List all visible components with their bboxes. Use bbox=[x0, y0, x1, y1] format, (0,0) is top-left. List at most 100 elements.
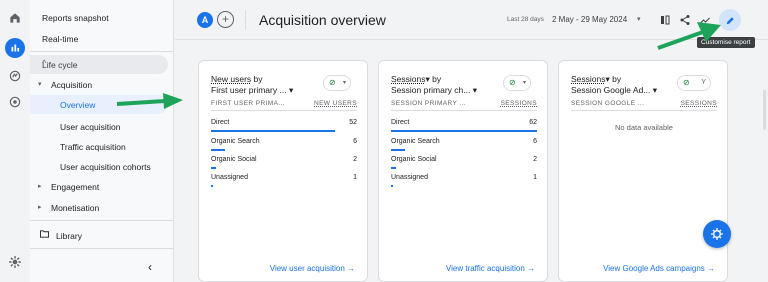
customise-report-tooltip: Customise report bbox=[697, 37, 755, 48]
sidebar-item-monetisation[interactable]: ▸ Monetisation bbox=[30, 199, 170, 217]
column-metric[interactable]: SESSIONS bbox=[501, 100, 537, 107]
status-check-button[interactable]: ⊘ ▾ bbox=[323, 75, 351, 91]
chevron-up-icon: ^ bbox=[42, 58, 47, 68]
insights-fab-button[interactable] bbox=[703, 220, 731, 248]
sidebar-item-overview[interactable]: Overview bbox=[30, 95, 168, 114]
section-lifecycle[interactable]: Life cycle ^ bbox=[30, 55, 168, 74]
status-check-button[interactable]: ⊘ Y bbox=[677, 75, 711, 91]
table-row[interactable]: Direct 52 bbox=[211, 119, 357, 132]
table-row[interactable]: Direct 62 bbox=[391, 119, 537, 132]
divider bbox=[30, 220, 174, 221]
view-user-acquisition-link[interactable]: View user acquisition → bbox=[199, 264, 355, 273]
card-title[interactable]: Sessions▾ by bbox=[391, 74, 441, 85]
settings-gear-icon[interactable] bbox=[5, 252, 25, 272]
date-range-label: Last 28 days bbox=[507, 16, 544, 23]
card-dimension-selector[interactable]: Session Google Ad... ▾ bbox=[571, 85, 657, 96]
check-circle-icon: ⊘ bbox=[683, 78, 690, 87]
row-label: Organic Search bbox=[391, 138, 440, 145]
explore-icon[interactable] bbox=[5, 66, 25, 86]
row-bar bbox=[391, 130, 537, 132]
row-value: 6 bbox=[533, 138, 537, 145]
sidebar-item-label: Engagement bbox=[51, 182, 100, 192]
scrollbar[interactable] bbox=[763, 90, 766, 130]
collapse-sidebar-icon[interactable]: ‹ bbox=[148, 260, 152, 274]
view-google-ads-campaigns-link[interactable]: View Google Ads campaigns → bbox=[559, 264, 715, 273]
card-dimension: Session Google Ad... bbox=[571, 85, 651, 95]
date-dropdown-icon[interactable]: ▾ bbox=[637, 15, 641, 23]
dropdown-icon: ▾ bbox=[288, 85, 294, 95]
reports-icon[interactable] bbox=[5, 38, 25, 58]
sidebar-item-real-time[interactable]: Real-time bbox=[42, 34, 78, 44]
card-title-by: by bbox=[253, 74, 263, 84]
sidebar-item-traffic-acquisition[interactable]: Traffic acquisition bbox=[60, 142, 126, 152]
check-circle-icon: ⊘ bbox=[509, 78, 516, 87]
table-row[interactable]: Organic Search 6 bbox=[211, 138, 357, 151]
dropdown-icon: ▾ bbox=[652, 85, 658, 95]
card-dimension-selector[interactable]: Session primary ch... ▾ bbox=[391, 85, 477, 96]
sidebar-item-label: Overview bbox=[60, 100, 96, 110]
row-value: 52 bbox=[349, 119, 357, 126]
row-value: 2 bbox=[533, 156, 537, 163]
column-dimension: SESSION PRIMARY ... bbox=[391, 100, 466, 107]
divider bbox=[30, 248, 174, 249]
sidebar-item-library[interactable]: Library bbox=[30, 227, 170, 245]
column-dimension: FIRST USER PRIMA... bbox=[211, 100, 285, 107]
row-label: Organic Social bbox=[211, 156, 257, 163]
row-label: Organic Social bbox=[391, 156, 437, 163]
row-bar bbox=[391, 185, 393, 187]
add-comparison-button[interactable]: + bbox=[217, 11, 234, 28]
row-value: 1 bbox=[533, 174, 537, 181]
table-row[interactable]: Unassigned 1 bbox=[391, 174, 537, 187]
card-dimension-selector[interactable]: First user primary ... ▾ bbox=[211, 85, 293, 96]
sidebar-item-acquisition[interactable]: ▾ Acquisition bbox=[30, 76, 170, 94]
table-header: SESSION PRIMARY ... SESSIONS bbox=[391, 100, 537, 111]
sidebar-item-engagement[interactable]: ▸ Engagement bbox=[30, 178, 170, 196]
sidebar-item-user-acquisition[interactable]: User acquisition bbox=[60, 122, 120, 132]
card-metric[interactable]: New users bbox=[211, 74, 251, 84]
report-header: A + Acquisition overview Last 28 days 2 … bbox=[175, 0, 768, 48]
sidebar-nav: Reports snapshot Real-time Life cycle ^ … bbox=[30, 0, 174, 282]
card-title[interactable]: Sessions▾ by bbox=[571, 74, 621, 85]
sidebar-item-label: Monetisation bbox=[51, 203, 100, 213]
dropdown-icon: ▾ bbox=[425, 74, 430, 84]
customise-report-button[interactable] bbox=[719, 9, 741, 31]
column-metric[interactable]: SESSIONS bbox=[681, 100, 717, 107]
row-label: Direct bbox=[211, 119, 230, 126]
status-check-button[interactable]: ⊘ ▾ bbox=[503, 75, 531, 91]
check-circle-icon: ⊘ bbox=[329, 78, 336, 87]
new-users-card: New users by First user primary ... ▾ ⊘ ▾… bbox=[198, 60, 368, 282]
column-metric[interactable]: NEW USERS bbox=[314, 100, 357, 107]
table-header: SESSION GOOGLE ... SESSIONS bbox=[571, 100, 717, 111]
table-row[interactable]: Organic Search 6 bbox=[391, 138, 537, 151]
row-value: 62 bbox=[529, 119, 537, 126]
caret-down-icon: ▾ bbox=[38, 81, 42, 88]
sidebar-item-reports-snapshot[interactable]: Reports snapshot bbox=[42, 13, 109, 23]
row-label: Unassigned bbox=[391, 174, 428, 181]
sidebar-item-user-acquisition-cohorts[interactable]: User acquisition cohorts bbox=[60, 162, 151, 172]
row-value: 2 bbox=[353, 156, 357, 163]
table-row[interactable]: Unassigned 1 bbox=[211, 174, 357, 187]
share-icon[interactable] bbox=[677, 12, 693, 28]
card-title-by: by bbox=[612, 74, 622, 84]
insights-icon[interactable] bbox=[697, 12, 713, 28]
caret-right-icon: ▸ bbox=[38, 183, 42, 190]
table-row[interactable]: Organic Social 2 bbox=[211, 156, 357, 169]
row-label: Organic Search bbox=[211, 138, 260, 145]
row-bar bbox=[391, 167, 396, 169]
comparison-avatar[interactable]: A bbox=[197, 12, 213, 28]
date-range-picker[interactable]: 2 May - 29 May 2024 bbox=[552, 15, 627, 24]
card-title[interactable]: New users by bbox=[211, 74, 263, 84]
home-icon[interactable] bbox=[5, 8, 25, 28]
card-title-by: by bbox=[432, 74, 442, 84]
advertising-icon[interactable] bbox=[5, 92, 25, 112]
view-traffic-acquisition-link[interactable]: View traffic acquisition → bbox=[379, 264, 535, 273]
table-row[interactable]: Organic Social 2 bbox=[391, 156, 537, 169]
row-bar bbox=[211, 130, 335, 132]
row-bar bbox=[211, 149, 225, 151]
caret-right-icon: ▸ bbox=[38, 204, 42, 211]
card-metric[interactable]: Sessions bbox=[571, 74, 606, 84]
compare-icon[interactable] bbox=[657, 12, 673, 28]
main-content: A + Acquisition overview Last 28 days 2 … bbox=[175, 0, 768, 282]
card-metric[interactable]: Sessions bbox=[391, 74, 426, 84]
divider bbox=[245, 10, 246, 30]
